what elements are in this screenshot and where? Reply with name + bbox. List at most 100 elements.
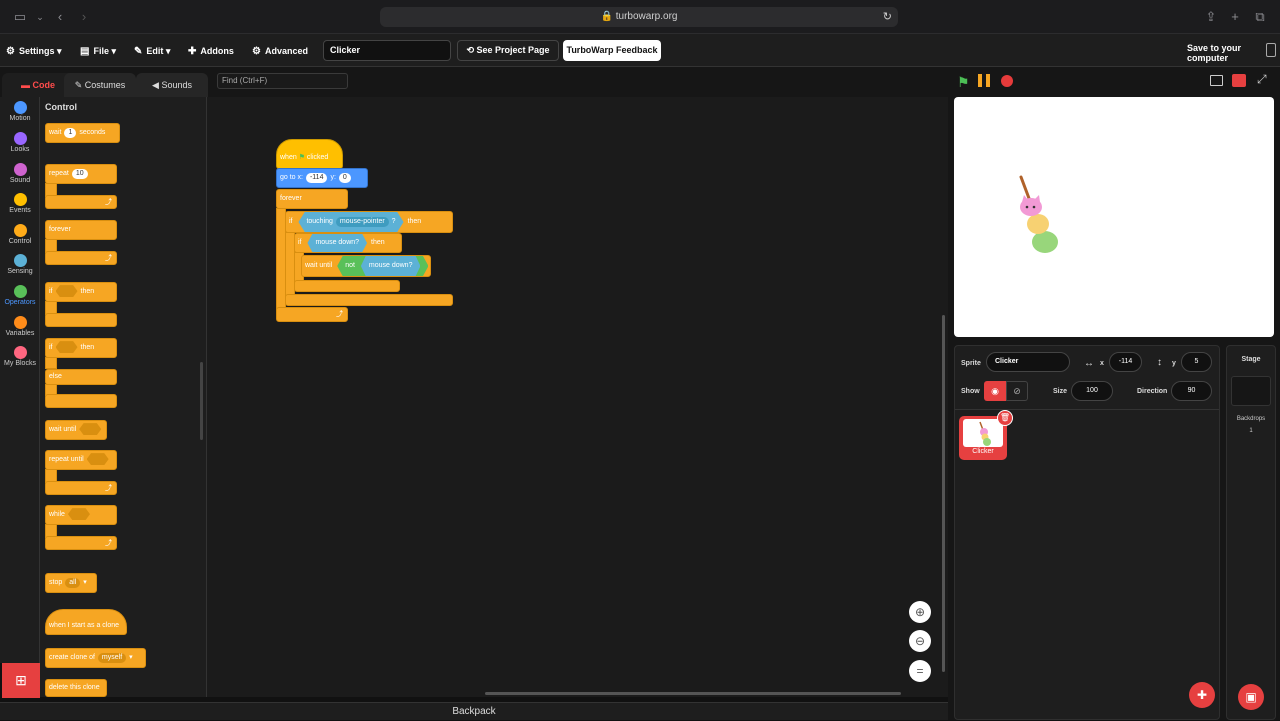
sprite-name-input[interactable]: Clicker bbox=[986, 352, 1070, 372]
delete-sprite-button[interactable]: 🗑 bbox=[997, 410, 1013, 426]
workspace-horizontal-scrollbar[interactable] bbox=[485, 692, 901, 695]
x-input[interactable]: -114 bbox=[1109, 352, 1142, 372]
clone-dropdown[interactable]: myself bbox=[97, 653, 127, 663]
address-bar[interactable]: 🔒 turbowarp.org ↻ bbox=[380, 7, 898, 27]
small-stage-icon[interactable] bbox=[1210, 75, 1223, 86]
tab-costumes[interactable]: ✎ Costumes bbox=[64, 73, 136, 97]
while-block[interactable]: while bbox=[45, 505, 117, 525]
show-visible-button[interactable]: ◉ bbox=[984, 381, 1006, 401]
touching-block[interactable]: touching mouse-pointer? bbox=[298, 212, 404, 232]
forward-icon[interactable]: › bbox=[76, 9, 92, 25]
tabs-overview-icon[interactable]: ⧉ bbox=[1252, 9, 1268, 25]
sprite-thumbnail-tile[interactable]: Clicker 🗑 bbox=[959, 410, 1013, 460]
block-text: while bbox=[49, 511, 65, 518]
touch-target-dropdown[interactable]: mouse-pointer bbox=[335, 217, 389, 227]
divider bbox=[955, 409, 1219, 410]
script-workspace[interactable]: when ⚑ clicked go to x: -114 y: 0 forever i… bbox=[207, 97, 948, 697]
zoom-out-button[interactable]: ⊖ bbox=[909, 630, 931, 652]
find-input[interactable]: Find (Ctrl+F) bbox=[217, 73, 348, 89]
if-foot bbox=[285, 294, 453, 306]
settings-menu[interactable]: ⚙ Settings ▾ bbox=[6, 43, 62, 59]
green-flag-icon[interactable]: ⚑ bbox=[957, 74, 970, 91]
if-mouse-down-block[interactable]: if mouse down? then bbox=[294, 233, 402, 253]
category-events[interactable]: Events bbox=[0, 193, 40, 214]
clone-start-hat-block[interactable]: when I start as a clone bbox=[45, 609, 127, 635]
chevron-down-icon[interactable]: ⌄ bbox=[32, 9, 48, 25]
repeat-until-block[interactable]: repeat until bbox=[45, 450, 117, 470]
add-sprite-button[interactable]: ✚ bbox=[1189, 682, 1215, 708]
stage-thumbnail[interactable] bbox=[1231, 376, 1271, 406]
mouse-down-block[interactable]: mouse down? bbox=[360, 256, 421, 276]
category-label: Looks bbox=[10, 146, 30, 153]
goto-xy-block[interactable]: go to x: -114 y: 0 bbox=[276, 168, 368, 188]
stage-canvas[interactable] bbox=[954, 97, 1274, 337]
block-text: if bbox=[289, 218, 293, 225]
green-flag-icon: ⚑ bbox=[298, 154, 305, 161]
boolean-slot[interactable] bbox=[55, 341, 78, 354]
sidebar-toggle-icon[interactable]: ▭ bbox=[12, 9, 28, 25]
if-then-else-block[interactable]: if then bbox=[45, 338, 117, 358]
fullscreen-toggle-icon[interactable] bbox=[1266, 43, 1276, 57]
file-menu[interactable]: ▤ File ▾ bbox=[80, 43, 116, 59]
category-operators[interactable]: Operators bbox=[0, 285, 40, 306]
new-tab-icon[interactable]: + bbox=[1227, 9, 1243, 25]
zoom-reset-button[interactable]: = bbox=[909, 660, 931, 682]
category-variables[interactable]: Variables bbox=[0, 316, 40, 337]
backpack-bar[interactable]: Backpack bbox=[0, 702, 948, 720]
boolean-slot[interactable] bbox=[86, 453, 109, 466]
stop-dropdown[interactable]: all bbox=[65, 578, 81, 588]
stop-icon[interactable] bbox=[1001, 75, 1013, 87]
if-touching-block[interactable]: if touching mouse-pointer? then bbox=[285, 211, 453, 233]
advanced-menu[interactable]: ⚙ Advanced bbox=[252, 43, 308, 59]
wait-seconds-block[interactable]: wait 1 seconds bbox=[45, 123, 120, 143]
boolean-slot[interactable] bbox=[55, 285, 78, 298]
mouse-down-block[interactable]: mouse down? bbox=[307, 234, 368, 252]
size-input[interactable]: 100 bbox=[1071, 381, 1113, 401]
category-control[interactable]: Control bbox=[0, 224, 40, 245]
category-sound[interactable]: Sound bbox=[0, 163, 40, 184]
repeat-block[interactable]: repeat 10 bbox=[45, 164, 117, 184]
show-hidden-button[interactable]: ⊘ bbox=[1006, 381, 1028, 401]
palette-scrollbar[interactable] bbox=[200, 362, 203, 440]
boolean-slot[interactable] bbox=[67, 508, 90, 521]
stage-target-panel[interactable]: Stage Backdrops 1 ▣ bbox=[1226, 345, 1276, 720]
block-input[interactable]: 1 bbox=[64, 128, 77, 138]
wait-until-block[interactable]: wait until not mouse down? bbox=[301, 255, 431, 277]
tab-sounds[interactable]: ◀ Sounds bbox=[136, 73, 208, 97]
if-then-block[interactable]: if then bbox=[45, 282, 117, 302]
delete-clone-block[interactable]: delete this clone bbox=[45, 679, 107, 697]
pause-icon[interactable] bbox=[978, 74, 990, 87]
normal-stage-icon[interactable] bbox=[1232, 74, 1246, 87]
share-icon[interactable]: ⇪ bbox=[1203, 9, 1219, 25]
reload-icon[interactable]: ↻ bbox=[883, 7, 892, 27]
create-clone-block[interactable]: create clone of myself ▾ bbox=[45, 648, 146, 668]
see-project-page-button[interactable]: ⟲ See Project Page bbox=[457, 40, 559, 61]
fullscreen-icon[interactable]: ⤢ bbox=[1257, 72, 1267, 87]
zoom-in-button[interactable]: ⊕ bbox=[909, 601, 931, 623]
y-input[interactable]: 5 bbox=[1181, 352, 1212, 372]
feedback-button[interactable]: TurboWarp Feedback bbox=[563, 40, 661, 61]
not-block[interactable]: not mouse down? bbox=[337, 256, 429, 276]
forever-block[interactable]: forever bbox=[45, 220, 117, 240]
workspace-vertical-scrollbar[interactable] bbox=[942, 315, 945, 672]
when-flag-clicked-block[interactable]: when ⚑ clicked bbox=[276, 139, 343, 169]
y-input[interactable]: 0 bbox=[338, 173, 351, 183]
x-input[interactable]: -114 bbox=[305, 173, 328, 183]
back-icon[interactable]: ‹ bbox=[52, 9, 68, 25]
wait-until-block[interactable]: wait until bbox=[45, 420, 107, 440]
forever-block[interactable]: forever bbox=[276, 189, 348, 209]
stop-block[interactable]: stop all ▾ bbox=[45, 573, 97, 593]
add-extension-button[interactable]: ⊞ bbox=[2, 663, 40, 698]
operators-dot-icon bbox=[13, 285, 27, 298]
project-title-input[interactable]: Clicker bbox=[323, 40, 451, 61]
category-my-blocks[interactable]: My Blocks bbox=[0, 346, 40, 367]
category-sensing[interactable]: Sensing bbox=[0, 254, 40, 275]
block-input[interactable]: 10 bbox=[71, 169, 88, 179]
direction-input[interactable]: 90 bbox=[1171, 381, 1212, 401]
boolean-slot[interactable] bbox=[79, 423, 102, 436]
edit-menu[interactable]: ✎ Edit ▾ bbox=[134, 43, 170, 59]
category-looks[interactable]: Looks bbox=[0, 132, 40, 153]
category-motion[interactable]: Motion bbox=[0, 101, 40, 122]
addons-menu[interactable]: ✚ Addons bbox=[188, 43, 234, 59]
add-backdrop-button[interactable]: ▣ bbox=[1238, 684, 1264, 710]
